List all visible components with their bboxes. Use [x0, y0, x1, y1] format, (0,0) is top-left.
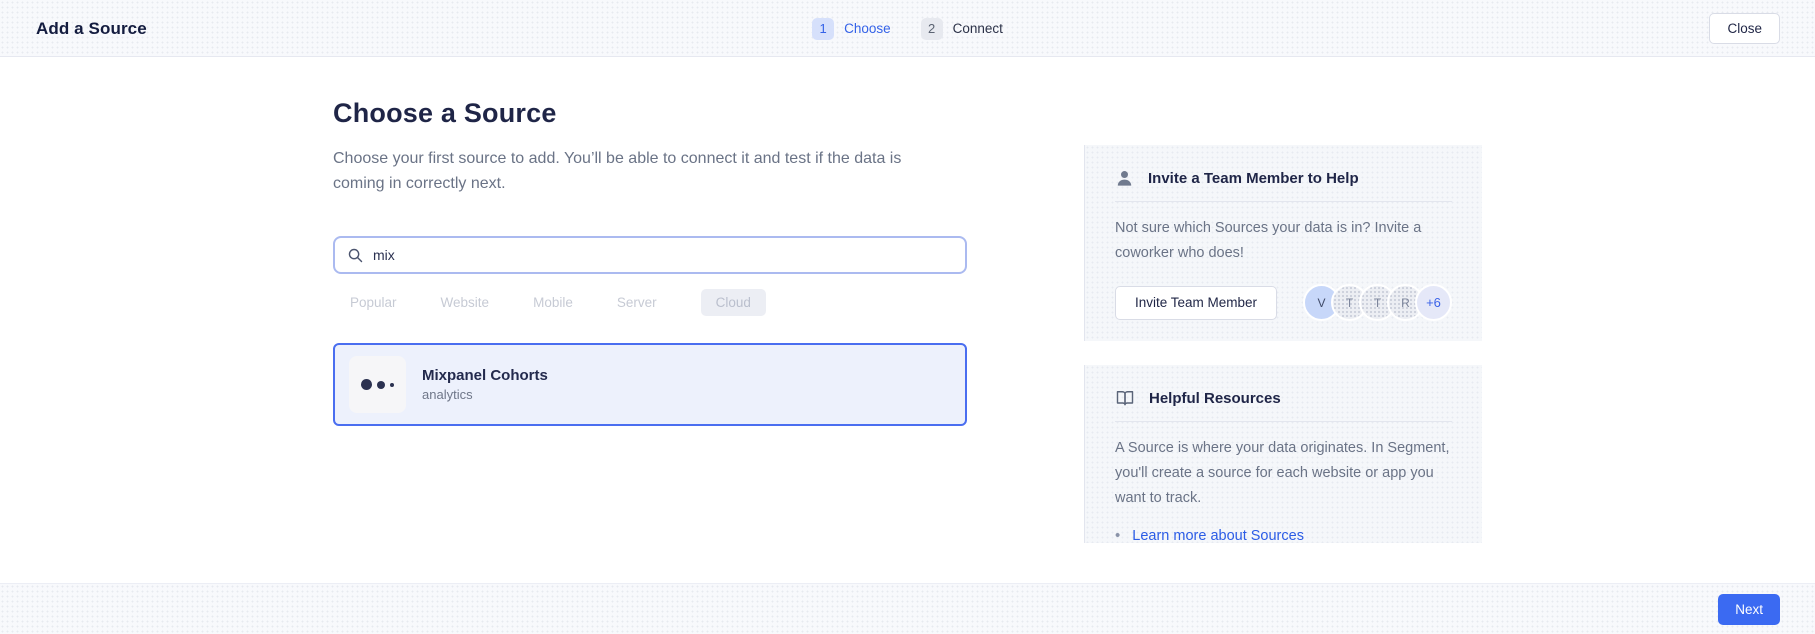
search-input[interactable] — [373, 247, 953, 263]
avatar-stack: V T T R +6 — [1303, 284, 1452, 321]
page-title: Add a Source — [36, 0, 147, 57]
add-source-modal: Add a Source 1 Choose 2 Connect Close Ch… — [0, 0, 1815, 634]
step-choose-label: Choose — [844, 21, 891, 36]
invite-card-title: Invite a Team Member to Help — [1148, 170, 1359, 187]
mixpanel-logo-icon — [349, 356, 406, 413]
search-icon — [347, 247, 364, 264]
learn-more-sources-link[interactable]: Learn more about Sources — [1132, 528, 1304, 544]
category-tabs: Popular Website Mobile Server Cloud — [350, 288, 766, 316]
resources-card-body: A Source is where your data originates. … — [1115, 436, 1452, 511]
resources-card-header: Helpful Resources — [1115, 384, 1452, 412]
helpful-resources-card: Helpful Resources A Source is where your… — [1084, 365, 1482, 543]
result-category: analytics — [422, 387, 548, 402]
invite-row: Invite Team Member V T T R +6 — [1115, 284, 1452, 321]
result-text: Mixpanel Cohorts analytics — [422, 367, 548, 402]
invite-card-header: Invite a Team Member to Help — [1115, 164, 1452, 192]
tab-server[interactable]: Server — [617, 295, 657, 310]
main-heading: Choose a Source — [333, 98, 557, 129]
resources-list-item: Learn more about Sources — [1115, 527, 1452, 543]
step-choose[interactable]: 1 Choose — [812, 18, 891, 40]
source-result-mixpanel-cohorts[interactable]: Mixpanel Cohorts analytics — [333, 343, 967, 426]
resources-card-title: Helpful Resources — [1149, 390, 1281, 407]
top-bar: Add a Source 1 Choose 2 Connect Close — [0, 0, 1815, 57]
divider — [1115, 421, 1452, 422]
step-choose-number: 1 — [812, 18, 834, 40]
invite-card-body: Not sure which Sources your data is in? … — [1115, 216, 1452, 266]
tab-cloud[interactable]: Cloud — [701, 289, 766, 316]
next-button[interactable]: Next — [1718, 594, 1780, 625]
step-connect-number: 2 — [921, 18, 943, 40]
step-connect-label: Connect — [953, 21, 1003, 36]
tab-website[interactable]: Website — [441, 295, 490, 310]
step-connect[interactable]: 2 Connect — [921, 18, 1003, 40]
close-button[interactable]: Close — [1709, 13, 1780, 44]
invite-team-member-button[interactable]: Invite Team Member — [1115, 286, 1277, 320]
resources-link-list: Learn more about Sources — [1115, 527, 1452, 543]
avatar-overflow-badge: +6 — [1415, 284, 1452, 321]
result-name: Mixpanel Cohorts — [422, 367, 548, 384]
invite-team-card: Invite a Team Member to Help Not sure wh… — [1084, 145, 1482, 341]
person-icon — [1115, 169, 1134, 188]
main-description: Choose your first source to add. You’ll … — [333, 146, 938, 196]
tab-mobile[interactable]: Mobile — [533, 295, 573, 310]
search-box[interactable] — [333, 236, 967, 274]
divider — [1115, 201, 1452, 202]
footer-bar: Next — [0, 583, 1815, 634]
book-icon — [1115, 388, 1135, 408]
stepper: 1 Choose 2 Connect — [0, 0, 1815, 57]
tab-popular[interactable]: Popular — [350, 295, 397, 310]
